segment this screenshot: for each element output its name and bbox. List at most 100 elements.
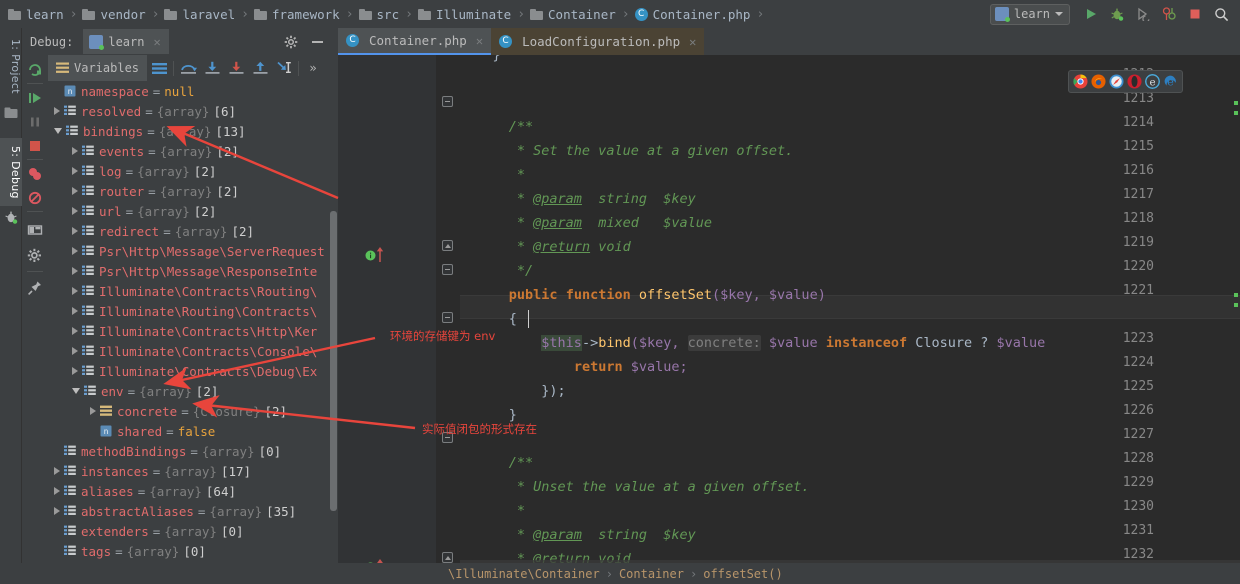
breadcrumb-item-container-php[interactable]: C Container.php › xyxy=(634,0,770,28)
expand-toggle-icon[interactable] xyxy=(72,367,78,375)
variable-row[interactable]: redirect = {array} [2] xyxy=(48,221,338,241)
status-crumb-method[interactable]: offsetSet() xyxy=(703,567,782,581)
browser-launcher-popup[interactable]: e e xyxy=(1068,70,1183,93)
settings-button[interactable] xyxy=(26,247,44,265)
variable-row[interactable]: env = {array} [2] xyxy=(48,381,338,401)
step-out-button[interactable] xyxy=(248,55,272,81)
safari-icon[interactable] xyxy=(1109,74,1124,89)
close-icon[interactable]: ✕ xyxy=(476,34,483,48)
attach-debugger-button[interactable] xyxy=(1156,1,1182,27)
variable-row[interactable]: bindings = {array} [13] xyxy=(48,121,338,141)
breadcrumb-item-vendor[interactable]: vendor › xyxy=(82,0,164,28)
tab-container-php[interactable]: C Container.php ✕ xyxy=(338,28,492,55)
run-button[interactable] xyxy=(1078,1,1104,27)
settings-gear-icon[interactable] xyxy=(284,35,298,49)
run-to-cursor-button[interactable] xyxy=(272,55,296,81)
expand-toggle-icon[interactable] xyxy=(72,227,78,235)
run-configuration-selector[interactable]: learn xyxy=(989,3,1070,25)
variable-row[interactable]: Illuminate\Routing\Contracts\ xyxy=(48,301,338,321)
expand-toggle-icon[interactable] xyxy=(72,207,78,215)
collapse-toggle-icon[interactable] xyxy=(54,128,62,134)
variable-row[interactable]: tags = {array} [0] xyxy=(48,541,338,561)
expand-toggle-icon[interactable] xyxy=(54,507,60,515)
variables-tree[interactable]: n namespace = null resolved = {array} [6] bindin… xyxy=(48,81,338,584)
rerun-button[interactable] xyxy=(26,61,44,79)
expand-toggle-icon[interactable] xyxy=(72,167,78,175)
status-crumb-class[interactable]: Container xyxy=(619,567,684,581)
expand-toggle-icon[interactable] xyxy=(72,247,78,255)
variable-row[interactable]: Illuminate\Contracts\Routing\ xyxy=(48,281,338,301)
firefox-icon[interactable] xyxy=(1091,74,1106,89)
pause-program-button[interactable] xyxy=(26,113,44,131)
debug-button[interactable] xyxy=(1104,1,1130,27)
code-fold-toggle[interactable] xyxy=(442,240,453,251)
editor-fold-column[interactable] xyxy=(436,55,460,563)
ie-icon[interactable]: e xyxy=(1145,74,1160,89)
variable-row[interactable]: events = {array} [2] xyxy=(48,141,338,161)
variables-scrollbar[interactable] xyxy=(330,211,337,511)
resume-program-button[interactable] xyxy=(26,89,44,107)
breadcrumb-item-learn[interactable]: learn › xyxy=(8,0,82,28)
expand-toggle-icon[interactable] xyxy=(72,307,78,315)
variable-row[interactable]: Psr\Http\Message\ServerRequest xyxy=(48,241,338,261)
tab-loadconfiguration-php[interactable]: C LoadConfiguration.php ✕ xyxy=(491,28,705,55)
breadcrumb-item-framework[interactable]: framework › xyxy=(253,0,359,28)
expand-toggle-icon[interactable] xyxy=(72,327,78,335)
code-fold-toggle[interactable] xyxy=(442,552,453,563)
breadcrumb-item-laravel[interactable]: laravel › xyxy=(164,0,254,28)
frames-button[interactable] xyxy=(147,55,171,81)
variable-row[interactable]: n shared = false xyxy=(48,421,338,441)
opera-icon[interactable] xyxy=(1127,74,1142,89)
mute-breakpoints-button[interactable] xyxy=(26,189,44,207)
code-fold-toggle[interactable] xyxy=(442,96,453,107)
status-crumb-namespace[interactable]: \Illuminate\Container xyxy=(448,567,600,581)
variable-row[interactable]: resolved = {array} [6] xyxy=(48,101,338,121)
expand-toggle-icon[interactable] xyxy=(90,407,96,415)
step-over-button[interactable] xyxy=(176,55,200,81)
variable-row[interactable]: router = {array} [2] xyxy=(48,181,338,201)
collapse-toggle-icon[interactable] xyxy=(72,388,80,394)
rail-tab-debug[interactable]: 5: Debug xyxy=(0,138,22,206)
search-everywhere-button[interactable] xyxy=(1208,1,1234,27)
stop-button[interactable] xyxy=(26,137,44,155)
stop-button[interactable] xyxy=(1182,1,1208,27)
rail-tab-project[interactable]: 1: Project xyxy=(0,30,22,102)
expand-toggle-icon[interactable] xyxy=(54,487,60,495)
variable-row[interactable]: Illuminate\Contracts\Debug\Ex xyxy=(48,361,338,381)
variable-row[interactable]: Psr\Http\Message\ResponseInte xyxy=(48,261,338,281)
variable-row[interactable]: concrete = {Closure} [2] xyxy=(48,401,338,421)
variable-row[interactable]: abstractAliases = {array} [35] xyxy=(48,501,338,521)
override-method-icon[interactable] xyxy=(365,250,376,261)
step-into-button[interactable] xyxy=(200,55,224,81)
variable-row[interactable]: extenders = {array} [0] xyxy=(48,521,338,541)
close-icon[interactable]: ✕ xyxy=(153,35,160,49)
variable-row[interactable]: instances = {array} [17] xyxy=(48,461,338,481)
expand-toggle-icon[interactable] xyxy=(72,187,78,195)
debug-session-tab[interactable]: learn ✕ xyxy=(83,29,169,54)
close-icon[interactable]: ✕ xyxy=(689,35,696,49)
expand-toggle-icon[interactable] xyxy=(54,467,60,475)
breadcrumb-item-container[interactable]: Container › xyxy=(530,0,635,28)
expand-toggle-icon[interactable] xyxy=(72,347,78,355)
force-step-into-button[interactable] xyxy=(224,55,248,81)
run-with-coverage-button[interactable] xyxy=(1130,1,1156,27)
variable-row[interactable]: Illuminate\Contracts\Http\Ker xyxy=(48,321,338,341)
expand-toggle-icon[interactable] xyxy=(54,107,60,115)
view-breakpoints-button[interactable] xyxy=(26,165,44,183)
pin-tab-button[interactable] xyxy=(26,279,44,297)
hide-toolwindow-button[interactable] xyxy=(312,41,323,43)
tab-variables[interactable]: Variables xyxy=(48,55,148,81)
code-editor[interactable]: 1212121312141215121612171218121912201221… xyxy=(338,55,1240,563)
variable-row[interactable]: Illuminate\Contracts\Console\ xyxy=(48,341,338,361)
expand-toggle-icon[interactable] xyxy=(72,147,78,155)
code-fold-toggle[interactable] xyxy=(442,264,453,275)
edge-icon[interactable]: e xyxy=(1163,74,1178,89)
expand-toggle-icon[interactable] xyxy=(72,267,78,275)
chrome-icon[interactable] xyxy=(1073,74,1088,89)
variable-row[interactable]: n namespace = null xyxy=(48,81,338,101)
more-actions-button[interactable]: » xyxy=(301,55,325,81)
variable-row[interactable]: aliases = {array} [64] xyxy=(48,481,338,501)
expand-toggle-icon[interactable] xyxy=(72,287,78,295)
variable-row[interactable]: url = {array} [2] xyxy=(48,201,338,221)
layout-settings-button[interactable] xyxy=(26,221,44,239)
